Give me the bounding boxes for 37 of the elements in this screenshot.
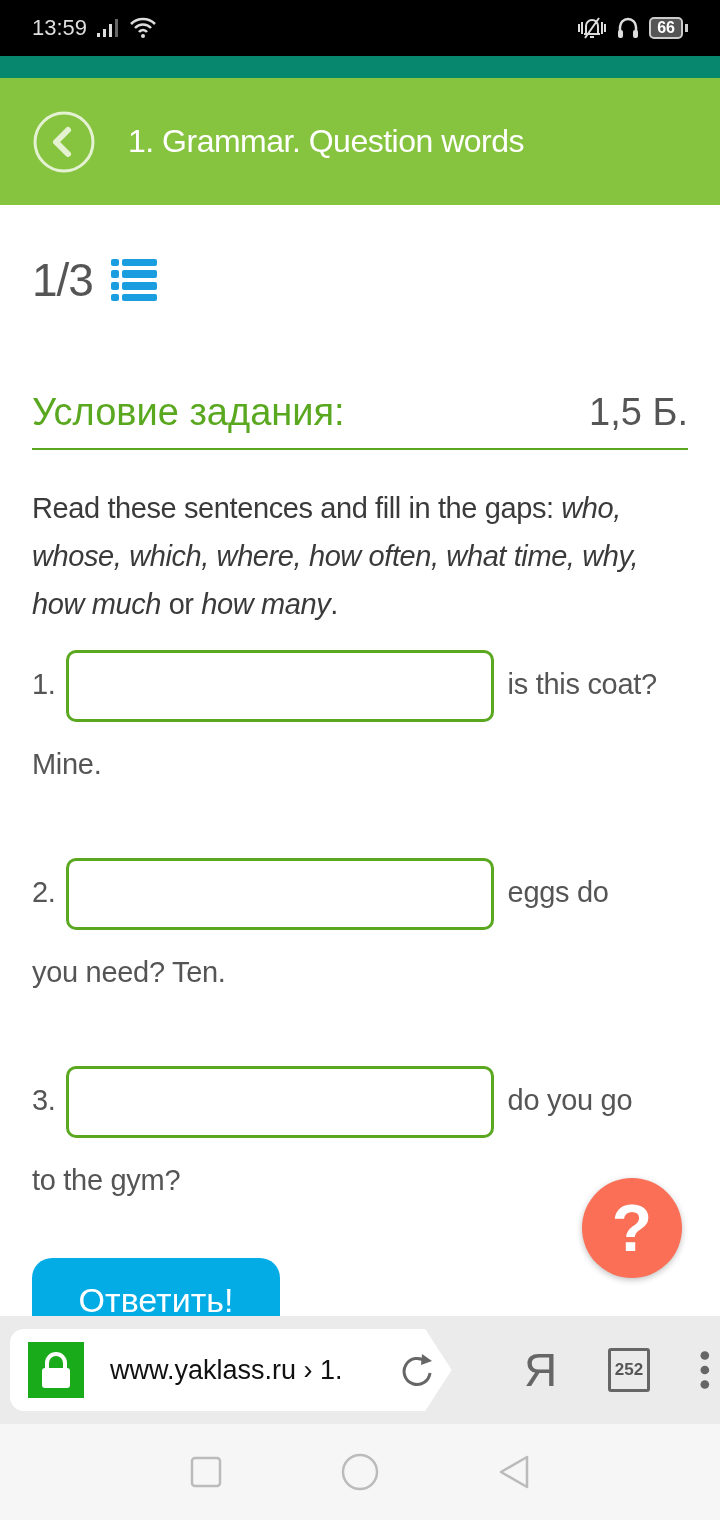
question-text: you need? Ten. [32, 955, 227, 990]
question-text: do you go [507, 1084, 633, 1116]
question-text: is this coat? [507, 668, 657, 700]
question-number: 1. [32, 668, 56, 700]
question-number: 3. [32, 1084, 56, 1116]
section-heading: Условие задания: [32, 391, 345, 434]
points-label: 1,5 Б. [589, 391, 688, 434]
wifi-icon [129, 17, 158, 39]
address-bar[interactable]: www.yaklass.ru › 1. [10, 1329, 452, 1411]
signal-icon [97, 19, 120, 37]
url-text: www.yaklass.ru › 1. [110, 1354, 344, 1386]
battery-level: 66 [649, 17, 683, 39]
question-text: Mine. [32, 747, 103, 782]
question-counter: 1/3 [32, 253, 93, 307]
submit-button[interactable]: Ответить! [32, 1258, 280, 1316]
instruction-text: Read these sentences and fill in the gaps: who, whose, which, where, how often, what time, why, how much or how many. [32, 491, 640, 622]
lock-icon [28, 1342, 84, 1398]
headphones-icon [617, 16, 640, 40]
answer-field[interactable] [65, 1066, 494, 1139]
question-text: to the gym? [32, 1163, 182, 1198]
page-title: 1. Grammar. Question words [128, 123, 525, 160]
help-button[interactable]: ? [582, 1178, 682, 1278]
tab-count-button[interactable]: 252 [607, 1348, 651, 1392]
clock-time: 13:59 [32, 15, 88, 41]
answer-field[interactable] [65, 858, 494, 931]
question-number: 2. [32, 876, 56, 908]
search-engine-button[interactable]: Я [511, 1343, 570, 1397]
recent-apps-icon[interactable] [189, 1456, 222, 1488]
answer-field[interactable] [65, 650, 494, 723]
list-icon[interactable] [110, 259, 157, 301]
back-button[interactable] [32, 109, 96, 174]
home-icon[interactable] [341, 1453, 379, 1491]
menu-icon[interactable] [700, 1350, 710, 1390]
back-icon[interactable] [498, 1454, 531, 1490]
question-text: eggs do [507, 876, 609, 908]
reload-icon[interactable] [401, 1352, 434, 1388]
muted-bell-icon [577, 16, 608, 40]
